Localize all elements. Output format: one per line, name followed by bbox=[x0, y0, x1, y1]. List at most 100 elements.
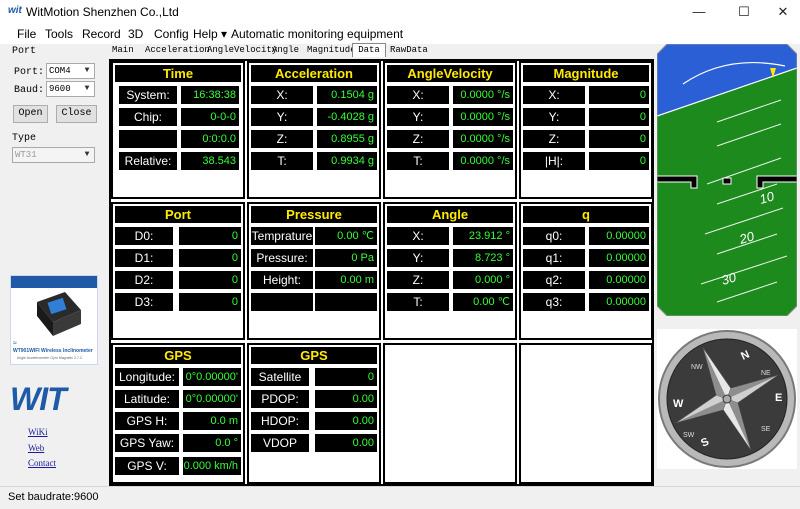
wiki-link[interactable]: WiKi bbox=[28, 427, 48, 437]
tab-rawdata[interactable]: RawData bbox=[388, 44, 430, 57]
angle-panel: Angle X: 23.912 ° Y: 8.723 ° Z: 0.000 ° … bbox=[383, 202, 517, 340]
acc-y-value: -0.4028 g bbox=[317, 108, 377, 126]
row-label: X: bbox=[387, 86, 449, 104]
menu-help[interactable]: Help ▾ bbox=[193, 26, 227, 42]
q-title: q bbox=[523, 206, 649, 223]
menu-3d[interactable]: 3D bbox=[128, 26, 143, 42]
anglevelocity-panel: AngleVelocity X: 0.0000 °/s Y: 0.0000 °/… bbox=[383, 61, 517, 199]
chevron-down-icon: ▼ bbox=[84, 84, 90, 93]
row-label: D3: bbox=[115, 293, 173, 311]
product-banner bbox=[11, 276, 97, 288]
compass-se: SE bbox=[761, 426, 771, 433]
q0-value: 0.00000 bbox=[589, 227, 649, 245]
menu-automatic-monitoring[interactable]: Automatic monitoring equipment bbox=[231, 26, 403, 42]
wit-brand-logo: WIT bbox=[10, 381, 67, 417]
row-label: GPS H: bbox=[115, 412, 179, 430]
row-label: X: bbox=[251, 86, 313, 104]
time-title: Time bbox=[115, 65, 241, 82]
row-label: Chip: bbox=[119, 108, 177, 126]
tab-anglevelocity[interactable]: AngleVelocity bbox=[205, 44, 279, 57]
mag-x-value: 0 bbox=[589, 86, 649, 104]
baud-select[interactable]: 9600 ▼ bbox=[46, 81, 95, 97]
q2-value: 0.00000 bbox=[589, 271, 649, 289]
angle-t-value: 0.00 ℃ bbox=[453, 293, 513, 311]
acc-z-value: 0.8955 g bbox=[317, 130, 377, 148]
baud-label: Baud: bbox=[14, 85, 45, 96]
row-label: D1: bbox=[115, 249, 173, 267]
gps-latitude-value: 0°0.00000' bbox=[183, 390, 241, 408]
port-group-label: Port bbox=[12, 46, 37, 57]
row-label: q1: bbox=[523, 249, 585, 267]
row-label: q3: bbox=[523, 293, 585, 311]
sensor-device-icon bbox=[37, 292, 81, 336]
pressure-empty-value bbox=[315, 293, 377, 311]
q3-value: 0.00000 bbox=[589, 293, 649, 311]
web-link[interactable]: Web bbox=[28, 443, 44, 453]
gps-title: GPS bbox=[115, 347, 241, 364]
maximize-button[interactable]: ☐ bbox=[727, 0, 761, 24]
row-label: Z: bbox=[387, 130, 449, 148]
gyro-z-value: 0.0000 °/s bbox=[453, 130, 513, 148]
tab-angle[interactable]: Angle bbox=[270, 44, 301, 57]
tab-magnitude[interactable]: Magnitude bbox=[305, 44, 358, 57]
close-port-button[interactable]: Close bbox=[56, 105, 97, 123]
attitude-indicator: 10 20 30 bbox=[657, 44, 797, 316]
tab-main[interactable]: Main bbox=[110, 44, 136, 57]
anglevelocity-title: AngleVelocity bbox=[387, 65, 513, 82]
close-button[interactable]: ✕ bbox=[766, 0, 800, 24]
acc-t-value: 0.9934 g bbox=[317, 152, 377, 170]
type-select[interactable]: WT31 ▼ bbox=[12, 147, 95, 163]
row-label: Y: bbox=[251, 108, 313, 126]
angle-x-value: 23.912 ° bbox=[453, 227, 513, 245]
gps-longitude-value: 0°0.00000' bbox=[183, 368, 241, 386]
height-value: 0.00 m bbox=[315, 271, 377, 289]
menu-file[interactable]: File bbox=[17, 26, 36, 42]
mag-y-value: 0 bbox=[589, 108, 649, 126]
row-label: T: bbox=[387, 293, 449, 311]
menu-record[interactable]: Record bbox=[82, 26, 121, 42]
time-relative-value: 38.543 bbox=[181, 152, 239, 170]
row-label: X: bbox=[523, 86, 585, 104]
port-select[interactable]: COM4 ▼ bbox=[46, 63, 95, 79]
row-label: Relative: bbox=[119, 152, 177, 170]
open-button[interactable]: Open bbox=[13, 105, 48, 123]
app-logo-icon: wit bbox=[8, 5, 22, 16]
contact-link[interactable]: Contact bbox=[28, 458, 56, 468]
time-panel: Time System: 16:38:38 Chip: 0-0-0 0:0:0.… bbox=[111, 61, 245, 199]
compass-ne: NE bbox=[761, 370, 771, 377]
row-label: PDOP: bbox=[251, 390, 309, 408]
port-value: COM4 bbox=[49, 66, 71, 76]
minimize-button[interactable]: — bbox=[682, 0, 716, 24]
row-label: q2: bbox=[523, 271, 585, 289]
port-d3-value: 0 bbox=[179, 293, 241, 311]
gyro-t-value: 0.0000 °/s bbox=[453, 152, 513, 170]
row-label: GPS V: bbox=[115, 457, 179, 475]
pressure-title: Pressure bbox=[251, 206, 377, 223]
time-system-value: 16:38:38 bbox=[181, 86, 239, 104]
row-label: Y: bbox=[523, 108, 585, 126]
gps-panel: GPS Longitude: 0°0.00000' Latitude: 0°0.… bbox=[111, 343, 245, 484]
port-label: Port: bbox=[14, 67, 45, 78]
pressure-panel: Pressure Temprature 0.00 ℃ Pressure: 0 P… bbox=[247, 202, 381, 340]
status-text: Set baudrate:9600 bbox=[8, 491, 99, 503]
time-chip-value: 0-0-0 bbox=[181, 108, 239, 126]
menu-tools[interactable]: Tools bbox=[45, 26, 73, 42]
row-label: q0: bbox=[523, 227, 585, 245]
compass-w: W bbox=[673, 398, 684, 410]
pdop-value: 0.00 bbox=[315, 390, 377, 408]
row-label: Z: bbox=[251, 130, 313, 148]
tab-acceleration[interactable]: Acceleration bbox=[143, 44, 212, 57]
port-d2-value: 0 bbox=[179, 271, 241, 289]
left-panel: Port Port: COM4 ▼ Baud: 9600 ▼ Open Clos… bbox=[0, 44, 103, 486]
menu-config[interactable]: Config bbox=[154, 26, 189, 42]
row-label: Temprature bbox=[251, 227, 313, 245]
chevron-down-icon: ▼ bbox=[84, 66, 90, 75]
acc-x-value: 0.1504 g bbox=[317, 86, 377, 104]
empty-panel-1 bbox=[383, 343, 517, 484]
title-bar: wit WitMotion Shenzhen Co.,Ltd — ☐ ✕ bbox=[0, 0, 800, 24]
compass-sw: SW bbox=[683, 432, 695, 439]
tab-data[interactable]: Data bbox=[352, 43, 386, 57]
gps-velocity-value: 0.000 km/h bbox=[183, 457, 241, 475]
row-label: Y: bbox=[387, 249, 449, 267]
row-label bbox=[251, 293, 313, 311]
